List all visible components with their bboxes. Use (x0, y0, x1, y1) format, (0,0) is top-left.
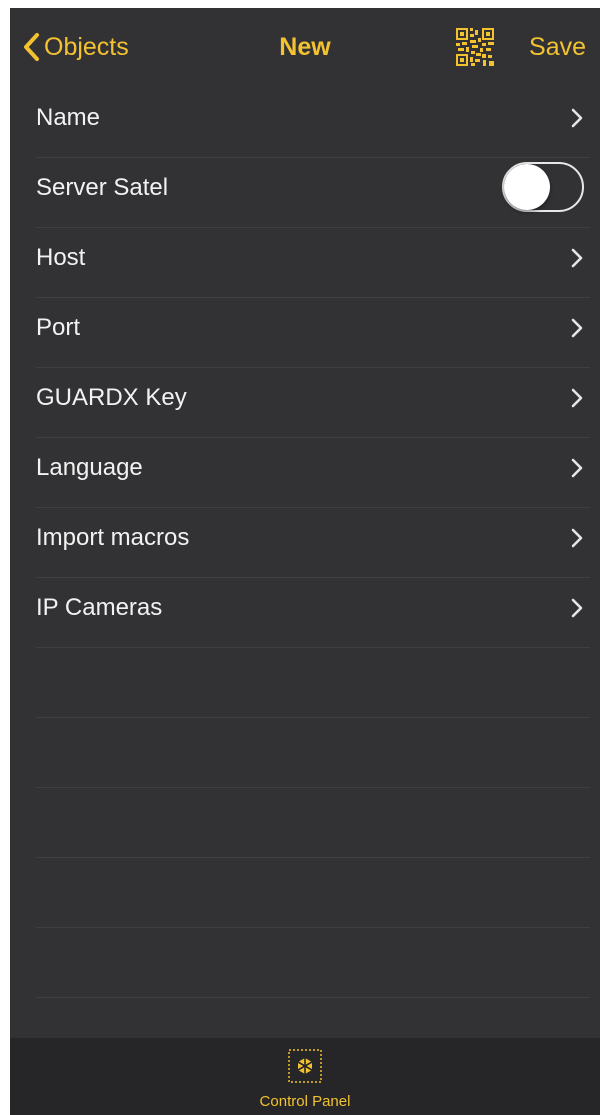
import-macros-row[interactable]: Import macros (10, 508, 600, 578)
qr-code-icon (456, 28, 494, 66)
port-row[interactable]: Port (10, 298, 600, 368)
server-satel-toggle[interactable] (502, 162, 584, 212)
server-satel-label: Server Satel (36, 174, 169, 201)
back-button-label: Objects (44, 33, 129, 61)
empty-row (10, 858, 600, 928)
empty-row (10, 648, 600, 718)
chevron-right-icon (571, 598, 583, 618)
chevron-left-icon (24, 33, 39, 61)
tab-control-panel-label: Control Panel (259, 1093, 351, 1110)
host-label: Host (36, 244, 86, 271)
screen: Objects New Save Name Server Satel Host … (10, 8, 600, 1115)
empty-row (10, 788, 600, 858)
back-button[interactable]: Objects (22, 30, 129, 64)
name-row[interactable]: Name (10, 88, 600, 158)
guardx-key-row[interactable]: GUARDX Key (10, 368, 600, 438)
settings-list: Name Server Satel Host Port GUARDX Key L… (10, 88, 600, 998)
qr-code-button[interactable] (456, 28, 494, 66)
host-row[interactable]: Host (10, 228, 600, 298)
language-row[interactable]: Language (10, 438, 600, 508)
ip-cameras-row[interactable]: IP Cameras (10, 578, 600, 648)
guardx-key-label: GUARDX Key (36, 384, 187, 411)
save-button[interactable]: Save (529, 32, 586, 62)
empty-row (10, 718, 600, 788)
tab-control-panel[interactable]: Control Panel (10, 1048, 600, 1110)
control-panel-icon (288, 1049, 322, 1083)
tab-bar: Control Panel (10, 1038, 600, 1115)
chevron-right-icon (571, 318, 583, 338)
import-macros-label: Import macros (36, 524, 190, 551)
language-label: Language (36, 454, 143, 481)
chevron-right-icon (571, 528, 583, 548)
chevron-right-icon (571, 388, 583, 408)
chevron-right-icon (571, 108, 583, 128)
empty-row (10, 928, 600, 998)
ip-cameras-label: IP Cameras (36, 594, 163, 621)
chevron-right-icon (571, 248, 583, 268)
port-label: Port (36, 314, 81, 341)
navigation-bar: Objects New Save (10, 8, 600, 88)
name-label: Name (36, 104, 101, 131)
toggle-knob (504, 164, 550, 210)
chevron-right-icon (571, 458, 583, 478)
